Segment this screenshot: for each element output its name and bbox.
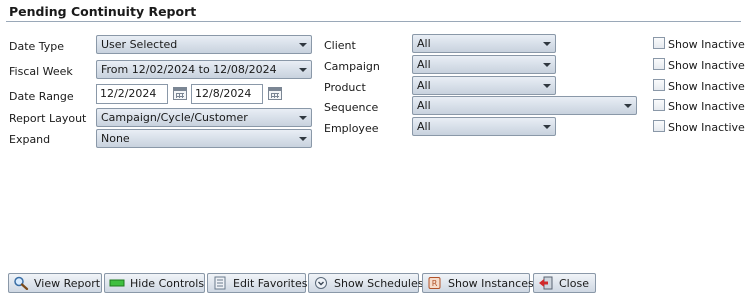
client-show-inactive-label: Show Inactive xyxy=(668,38,745,51)
page-title: Pending Continuity Report xyxy=(9,4,197,19)
chevron-down-icon xyxy=(543,42,551,46)
sequence-select[interactable]: All xyxy=(412,96,637,115)
close-button[interactable]: Close xyxy=(533,273,596,293)
instances-icon: R xyxy=(427,276,443,290)
client-show-inactive-checkbox[interactable] xyxy=(653,37,665,49)
hide-controls-label: Hide Controls xyxy=(130,276,205,290)
document-icon xyxy=(212,276,228,290)
campaign-select[interactable]: All xyxy=(412,55,556,74)
hide-controls-button[interactable]: Hide Controls xyxy=(104,273,205,293)
campaign-label: Campaign xyxy=(324,60,380,73)
view-report-button[interactable]: View Report xyxy=(8,273,102,293)
product-show-inactive-checkbox[interactable] xyxy=(653,79,665,91)
chevron-down-icon xyxy=(299,68,307,72)
edit-favorites-button[interactable]: Edit Favorites xyxy=(207,273,308,293)
fiscal-week-select[interactable]: From 12/02/2024 to 12/08/2024 xyxy=(96,60,312,79)
fiscal-week-label: Fiscal Week xyxy=(9,65,73,78)
edit-favorites-label: Edit Favorites xyxy=(233,276,308,290)
date-type-label: Date Type xyxy=(9,40,65,53)
close-label: Close xyxy=(559,276,589,290)
client-select[interactable]: All xyxy=(412,34,556,53)
client-label: Client xyxy=(324,39,356,52)
product-show-inactive-label: Show Inactive xyxy=(668,80,745,93)
circle-chevron-down-icon xyxy=(313,276,329,290)
date-range-to-input[interactable]: 12/8/2024 xyxy=(191,84,263,104)
show-schedules-label: Show Schedules xyxy=(334,276,424,290)
chevron-down-icon xyxy=(299,43,307,47)
product-value: All xyxy=(417,79,431,92)
fiscal-week-value: From 12/02/2024 to 12/08/2024 xyxy=(101,63,277,76)
view-report-label: View Report xyxy=(34,276,101,290)
calendar-icon[interactable] xyxy=(268,87,282,100)
employee-value: All xyxy=(417,120,431,133)
show-instances-button[interactable]: R Show Instances xyxy=(422,273,534,293)
campaign-value: All xyxy=(417,58,431,71)
product-label: Product xyxy=(324,81,366,94)
sequence-show-inactive-checkbox[interactable] xyxy=(653,99,665,111)
chevron-down-icon xyxy=(624,104,632,108)
product-select[interactable]: All xyxy=(412,76,556,95)
report-layout-value: Campaign/Cycle/Customer xyxy=(101,111,248,124)
magnifier-icon xyxy=(13,276,29,291)
employee-show-inactive-checkbox[interactable] xyxy=(653,120,665,132)
date-type-value: User Selected xyxy=(101,38,178,51)
expand-value: None xyxy=(101,132,130,145)
campaign-show-inactive-label: Show Inactive xyxy=(668,59,745,72)
employee-select[interactable]: All xyxy=(412,117,556,136)
chevron-down-icon xyxy=(543,63,551,67)
employee-label: Employee xyxy=(324,122,379,135)
report-layout-label: Report Layout xyxy=(9,112,87,125)
date-range-label: Date Range xyxy=(9,90,74,103)
green-bar-icon xyxy=(109,276,125,290)
exit-door-icon xyxy=(538,276,554,290)
chevron-down-icon xyxy=(543,84,551,88)
report-layout-select[interactable]: Campaign/Cycle/Customer xyxy=(96,108,312,127)
chevron-down-icon xyxy=(299,116,307,120)
sequence-show-inactive-label: Show Inactive xyxy=(668,100,745,113)
expand-select[interactable]: None xyxy=(96,129,312,148)
show-instances-label: Show Instances xyxy=(448,276,534,290)
title-divider xyxy=(6,21,741,22)
sequence-label: Sequence xyxy=(324,101,379,114)
show-schedules-button[interactable]: Show Schedules xyxy=(308,273,423,293)
client-value: All xyxy=(417,37,431,50)
date-range-from-input[interactable]: 12/2/2024 xyxy=(96,84,168,104)
sequence-value: All xyxy=(417,99,431,112)
calendar-icon[interactable] xyxy=(173,87,187,100)
svg-text:R: R xyxy=(432,279,438,288)
chevron-down-icon xyxy=(299,137,307,141)
date-type-select[interactable]: User Selected xyxy=(96,35,312,54)
employee-show-inactive-label: Show Inactive xyxy=(668,121,745,134)
expand-label: Expand xyxy=(9,133,51,146)
campaign-show-inactive-checkbox[interactable] xyxy=(653,58,665,70)
chevron-down-icon xyxy=(543,125,551,129)
